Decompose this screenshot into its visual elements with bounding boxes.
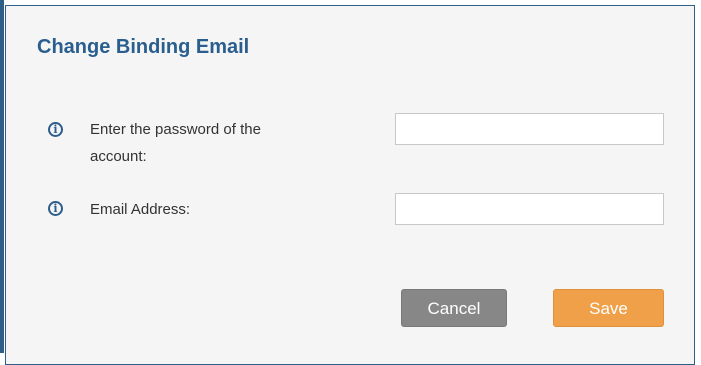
window-left-edge bbox=[0, 0, 4, 353]
change-binding-email-dialog: Change Binding Email i Enter the passwor… bbox=[5, 5, 695, 365]
cancel-button[interactable]: Cancel bbox=[401, 289, 507, 327]
info-icon[interactable]: i bbox=[48, 201, 63, 216]
password-label-line2: account: bbox=[90, 148, 147, 165]
password-label-line1: Enter the password of the bbox=[90, 121, 261, 138]
password-field[interactable] bbox=[395, 113, 664, 145]
email-label: Email Address: bbox=[90, 201, 191, 218]
email-address-field[interactable] bbox=[395, 193, 664, 225]
info-icon[interactable]: i bbox=[48, 122, 63, 137]
dialog-title: Change Binding Email bbox=[37, 36, 250, 58]
save-button[interactable]: Save bbox=[553, 289, 664, 327]
